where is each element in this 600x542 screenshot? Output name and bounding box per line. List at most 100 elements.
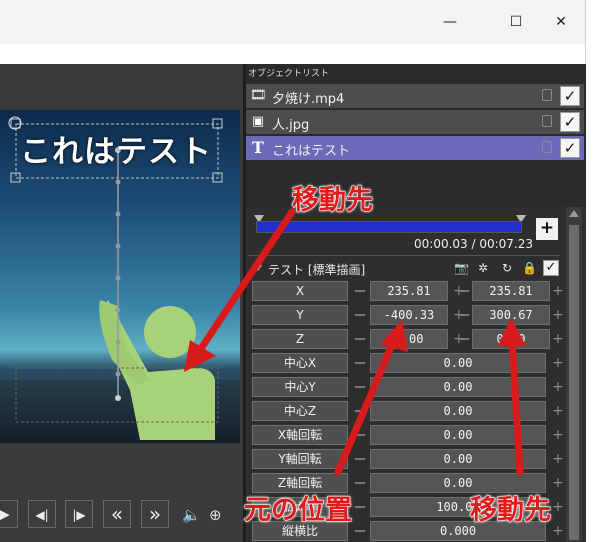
- object-item-text[interactable]: T これはテスト ✓: [246, 136, 584, 161]
- rewind-icon: «: [110, 502, 124, 526]
- increment-button[interactable]: +: [552, 404, 564, 418]
- object-item-video[interactable]: 🎞 夕焼け.mp4 ✓: [246, 84, 584, 109]
- text-icon: T: [252, 138, 264, 157]
- decrement-button[interactable]: [355, 338, 365, 340]
- image-icon: ▣: [251, 114, 265, 129]
- prop-label[interactable]: 中心Z: [252, 401, 348, 421]
- visible-checkbox[interactable]: ✓: [560, 138, 580, 158]
- collapse-icon[interactable]: [254, 265, 262, 271]
- prop-label[interactable]: 中心X: [252, 353, 348, 373]
- decrement-button[interactable]: [355, 386, 365, 388]
- increment-button[interactable]: +: [552, 284, 564, 298]
- increment-button[interactable]: +: [552, 380, 564, 394]
- preview-canvas[interactable]: これはテスト: [0, 110, 240, 443]
- prop-label[interactable]: Y軸回転: [252, 449, 348, 469]
- preview-top-area: [0, 64, 243, 110]
- close-button[interactable]: ✕: [547, 10, 575, 34]
- speaker-icon[interactable]: 🔈: [182, 506, 201, 524]
- increment-button[interactable]: +: [552, 428, 564, 442]
- divider: [248, 255, 560, 256]
- prop-start-value[interactable]: 0.00: [370, 329, 448, 349]
- prop-value[interactable]: 0.00: [370, 377, 546, 397]
- app-body: これはテスト ▶ ◀| |▶ « » 🔈 ⊕ オブジェクトリスト 🎞 夕焼け.m…: [0, 64, 586, 542]
- prop-value[interactable]: 0.00: [370, 449, 546, 469]
- prop-label[interactable]: 中心Y: [252, 377, 348, 397]
- property-scrollbar[interactable]: [566, 207, 582, 542]
- increment-button[interactable]: +: [552, 356, 564, 370]
- lock-icon[interactable]: [542, 89, 552, 101]
- filter-icon[interactable]: ✲: [478, 261, 488, 275]
- decrement-button[interactable]: [355, 434, 365, 436]
- menu-bar: [0, 44, 586, 64]
- decrement-button[interactable]: [355, 362, 365, 364]
- prop-label[interactable]: Y: [252, 305, 348, 325]
- section-header[interactable]: テスト [標準描画] 📷 ✲ ↻ 🔒 ✓: [250, 259, 560, 277]
- prop-start-value[interactable]: -400.33: [370, 305, 448, 325]
- decrement-button[interactable]: [355, 458, 365, 460]
- decrement-button[interactable]: [355, 290, 365, 292]
- decrement-button[interactable]: [355, 506, 365, 508]
- lock-icon[interactable]: 🔒: [522, 261, 537, 275]
- prop-row-x-rotation: X軸回転 0.00 +: [252, 425, 564, 447]
- prop-end-value[interactable]: 300.67: [472, 305, 550, 325]
- section-enable-checkbox[interactable]: ✓: [543, 260, 559, 276]
- prop-end-value[interactable]: 0.00: [472, 329, 550, 349]
- object-item-image[interactable]: ▣ 人.jpg ✓: [246, 110, 584, 135]
- decrement-button[interactable]: [355, 314, 365, 316]
- title-bar: — ☐ ✕: [0, 0, 586, 44]
- transport-bar: ▶ ◀| |▶ « » 🔈 ⊕: [0, 494, 243, 534]
- decrement-button[interactable]: [355, 482, 365, 484]
- decrement-button[interactable]: [459, 338, 469, 340]
- timeline-bar[interactable]: [256, 221, 522, 233]
- prop-label[interactable]: X: [252, 281, 348, 301]
- prop-row-center-z: 中心Z 0.00 +: [252, 401, 564, 423]
- film-icon: 🎞: [250, 88, 267, 103]
- window-edge: [586, 0, 600, 542]
- preview-panel: これはテスト ▶ ◀| |▶ « » 🔈 ⊕: [0, 64, 243, 542]
- prop-label[interactable]: Z: [252, 329, 348, 349]
- minimize-button[interactable]: —: [436, 10, 464, 34]
- object-list-title: オブジェクトリスト: [248, 69, 330, 79]
- prop-end-value[interactable]: 235.81: [472, 281, 550, 301]
- visible-checkbox[interactable]: ✓: [560, 86, 580, 106]
- object-label: これはテスト: [272, 144, 351, 159]
- prop-value[interactable]: 0.00: [370, 425, 546, 445]
- decrement-button[interactable]: [355, 530, 365, 532]
- prop-value[interactable]: 0.00: [370, 353, 546, 373]
- zoom-in-icon[interactable]: ⊕: [209, 506, 222, 524]
- increment-button[interactable]: +: [552, 452, 564, 466]
- prop-label[interactable]: X軸回転: [252, 425, 348, 445]
- object-label: 夕焼け.mp4: [272, 92, 345, 107]
- decrement-button[interactable]: [355, 410, 365, 412]
- prop-row-y-rotation: Y軸回転 0.00 +: [252, 449, 564, 471]
- prev-frame-button[interactable]: ◀|: [28, 500, 56, 528]
- visible-checkbox[interactable]: ✓: [560, 112, 580, 132]
- fast-forward-button[interactable]: »: [141, 500, 169, 528]
- play-button[interactable]: ▶: [0, 500, 18, 528]
- maximize-button[interactable]: ☐: [502, 10, 530, 34]
- lock-icon[interactable]: [542, 115, 552, 127]
- prop-row-x: X 235.81 + 235.81 +: [252, 281, 564, 303]
- increment-button[interactable]: +: [552, 476, 564, 490]
- rewind-button[interactable]: «: [103, 500, 131, 528]
- annotation-original-position: 元の位置: [244, 495, 353, 527]
- increment-button[interactable]: +: [552, 524, 564, 538]
- decrement-button[interactable]: [459, 314, 469, 316]
- fast-forward-icon: »: [148, 502, 162, 526]
- camera-icon[interactable]: 📷: [454, 261, 469, 275]
- prop-start-value[interactable]: 235.81: [370, 281, 448, 301]
- scroll-thumb[interactable]: [569, 225, 579, 540]
- increment-button[interactable]: +: [552, 500, 564, 514]
- increment-button[interactable]: +: [552, 332, 564, 346]
- next-frame-button[interactable]: |▶: [65, 500, 93, 528]
- decrement-button[interactable]: [459, 290, 469, 292]
- next-frame-icon: |▶: [72, 508, 86, 522]
- lock-icon[interactable]: [542, 141, 552, 153]
- add-button[interactable]: +: [536, 218, 558, 240]
- refresh-icon[interactable]: ↻: [502, 261, 512, 275]
- scroll-up-icon[interactable]: [569, 210, 579, 217]
- prop-value[interactable]: 0.00: [370, 401, 546, 421]
- increment-button[interactable]: +: [552, 308, 564, 322]
- person-figure: [99, 300, 215, 440]
- object-label: 人.jpg: [272, 118, 310, 133]
